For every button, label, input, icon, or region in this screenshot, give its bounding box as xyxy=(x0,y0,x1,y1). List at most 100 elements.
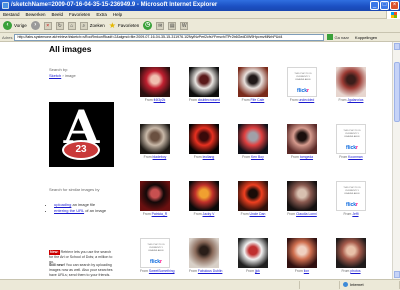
author-link[interactable]: doublecrossed xyxy=(198,98,220,102)
result-item[interactable]: From tomgeda xyxy=(287,124,317,159)
result-item[interactable]: From Patricia_R xyxy=(140,181,170,216)
home-button[interactable]: ⌂ xyxy=(67,21,76,30)
flickr-logo: flickr xyxy=(297,88,309,94)
unavailable-thumbnail[interactable]: THIS PHOTO IS CURRENTLY UNAVAILABLE flick… xyxy=(336,124,366,154)
result-item[interactable]: THIS PHOTO IS CURRENTLY UNAVAILABLE flick… xyxy=(336,181,366,216)
author-link[interactable]: Patricia_R xyxy=(152,212,168,216)
result-item[interactable]: From leoliang xyxy=(189,124,219,159)
result-thumbnail[interactable] xyxy=(287,124,317,154)
upload-link[interactable]: uploading xyxy=(54,202,71,207)
globe-icon xyxy=(343,282,348,288)
result-thumbnail[interactable] xyxy=(189,67,219,97)
result-item[interactable]: From Fife Cafe xyxy=(238,67,268,102)
author-link[interactable]: Claudia Lonni xyxy=(296,212,317,216)
author-link[interactable]: Ken Boy xyxy=(251,155,264,159)
result-item[interactable]: From Ken Boy xyxy=(238,124,268,159)
result-item[interactable]: From Jgalanxias xyxy=(336,67,366,102)
history-button[interactable]: ◷ xyxy=(143,21,153,30)
scroll-up-button[interactable] xyxy=(394,43,400,50)
unavailable-thumbnail[interactable]: THIS PHOTO IS CURRENTLY UNAVAILABLE flick… xyxy=(336,181,366,211)
result-thumbnail[interactable] xyxy=(336,238,366,268)
enter-url-link[interactable]: entering the URL xyxy=(54,208,84,213)
result-thumbnail[interactable] xyxy=(140,181,170,211)
author-link[interactable]: jjck xyxy=(255,269,260,273)
author-link[interactable]: tomgeda xyxy=(300,155,313,159)
result-item[interactable]: From photos xyxy=(336,238,366,273)
print-button[interactable]: ▤ xyxy=(168,21,177,30)
links-toolbar[interactable]: Koppelingen xyxy=(355,35,377,40)
search-ways-list: uploading an image file entering the URL… xyxy=(49,202,109,214)
result-item[interactable]: From fi4t3y2k xyxy=(140,67,170,102)
result-item[interactable]: From bladeboy xyxy=(140,124,170,159)
author-link[interactable]: Jacky V xyxy=(203,212,215,216)
author-link[interactable]: fi4t3y2k xyxy=(154,98,166,102)
result-thumbnail[interactable] xyxy=(238,238,268,268)
result-item[interactable]: From Jacky V xyxy=(189,181,219,216)
address-input[interactable]: http://labs.systemone.at/retrievr/#sketc… xyxy=(14,33,325,41)
result-caption: From undecided xyxy=(289,98,315,102)
result-item[interactable]: THIS PHOTO IS CURRENTLY UNAVAILABLE flick… xyxy=(140,238,175,273)
menu-file[interactable]: Bestand xyxy=(3,12,20,17)
result-thumbnail[interactable] xyxy=(287,238,317,268)
result-item[interactable]: From Uncle Dan xyxy=(238,181,268,216)
author-link[interactable]: photos xyxy=(350,269,360,273)
result-caption: From Jeffi xyxy=(343,212,359,216)
address-bar: Adres http://labs.systemone.at/retrievr/… xyxy=(0,33,400,42)
result-thumbnail[interactable] xyxy=(140,67,170,97)
menu-edit[interactable]: Bewerken xyxy=(26,12,46,17)
result-thumbnail[interactable] xyxy=(238,124,268,154)
refresh-button[interactable]: ↻ xyxy=(55,21,64,30)
search-icon: ⌕ xyxy=(79,21,88,30)
search-button[interactable]: ⌕ Zoeken xyxy=(79,21,105,30)
favorites-button[interactable]: ★ Favorieten xyxy=(109,21,139,30)
author-link[interactable]: bladeboy xyxy=(153,155,167,159)
result-thumbnail[interactable] xyxy=(189,238,219,268)
result-item[interactable]: From Fabulous Dublin xyxy=(189,238,222,273)
result-thumbnail[interactable] xyxy=(287,181,317,211)
menu-favorites[interactable]: Favorieten xyxy=(69,12,90,17)
menu-tools[interactable]: Extra xyxy=(96,12,107,17)
result-thumbnail[interactable] xyxy=(238,67,268,97)
sketch-link[interactable]: Sketch xyxy=(49,73,61,78)
close-button[interactable]: × xyxy=(390,1,399,10)
unavailable-thumbnail[interactable]: THIS PHOTO IS CURRENTLY UNAVAILABLE flick… xyxy=(287,67,317,97)
query-number: 23 xyxy=(62,140,100,160)
author-link[interactable]: Fabulous Dublin xyxy=(198,269,223,273)
result-thumbnail[interactable] xyxy=(238,181,268,211)
menu-help[interactable]: Help xyxy=(113,12,122,17)
forward-button[interactable]: › xyxy=(30,21,40,30)
author-link[interactable]: Koonman xyxy=(348,155,363,159)
menu-view[interactable]: Beeld xyxy=(52,12,64,17)
result-item[interactable]: THIS PHOTO IS CURRENTLY UNAVAILABLE flick… xyxy=(287,67,317,102)
maximize-button[interactable]: □ xyxy=(380,1,389,10)
result-item[interactable]: From doublecrossed xyxy=(189,67,220,102)
window-title-bar[interactable]: /sketchName=2009-07-16-04-35-15-236949.9… xyxy=(0,0,400,11)
result-thumbnail[interactable] xyxy=(189,124,219,154)
edit-button[interactable]: W xyxy=(180,21,189,30)
author-link[interactable]: Jgalanxias xyxy=(347,98,363,102)
result-thumbnail[interactable] xyxy=(140,124,170,154)
back-button[interactable]: ‹ Vorige xyxy=(3,21,27,30)
result-item[interactable]: From lion xyxy=(287,238,317,273)
author-link[interactable]: Uncle Dan xyxy=(250,212,266,216)
scroll-down-button[interactable] xyxy=(394,271,400,278)
author-link[interactable]: lion xyxy=(304,269,309,273)
go-button[interactable]: Ga naar xyxy=(327,34,349,40)
author-link[interactable]: leoliang xyxy=(203,155,215,159)
author-link[interactable]: SweetSomething xyxy=(149,269,175,273)
scroll-thumb[interactable] xyxy=(394,62,400,122)
author-link[interactable]: Fife Cafe xyxy=(251,98,265,102)
minimize-button[interactable]: _ xyxy=(370,1,379,10)
result-item[interactable]: From jjck xyxy=(238,238,268,273)
result-item[interactable]: From Claudia Lonni xyxy=(287,181,317,216)
go-arrow-icon xyxy=(327,34,334,40)
result-item[interactable]: THIS PHOTO IS CURRENTLY UNAVAILABLE flick… xyxy=(336,124,366,159)
mail-button[interactable]: ✉ xyxy=(156,21,165,30)
author-link[interactable]: undecided xyxy=(299,98,315,102)
unavailable-thumbnail[interactable]: THIS PHOTO IS CURRENTLY UNAVAILABLE flick… xyxy=(140,238,170,268)
result-thumbnail[interactable] xyxy=(189,181,219,211)
stop-button[interactable]: × xyxy=(43,21,52,30)
result-thumbnail[interactable] xyxy=(336,67,366,97)
author-link[interactable]: Jeffi xyxy=(352,212,358,216)
vertical-scrollbar[interactable] xyxy=(392,42,400,279)
